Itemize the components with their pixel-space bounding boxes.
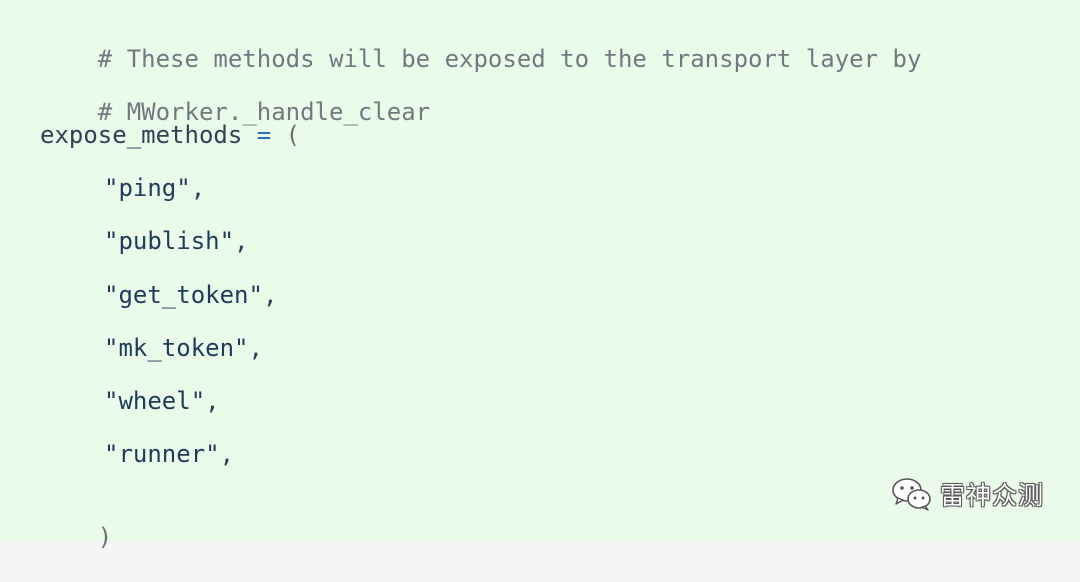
comma: , bbox=[219, 440, 235, 468]
tuple-item: "runner", bbox=[104, 439, 234, 469]
comma: , bbox=[205, 387, 220, 415]
closing-line: ) bbox=[40, 492, 112, 551]
comment-line-2: # MWorker._handle_clear bbox=[40, 67, 430, 126]
watermark: 雷神众测 bbox=[890, 474, 1044, 514]
variable-name: expose_methods bbox=[40, 121, 243, 149]
comma: , bbox=[190, 174, 206, 202]
tuple-item: "mk_token", bbox=[104, 333, 263, 363]
comma: , bbox=[248, 334, 263, 362]
tuple-item: "ping", bbox=[104, 173, 205, 203]
assignment-line: expose_methods = ( bbox=[40, 120, 300, 150]
watermark-text: 雷神众测 bbox=[940, 481, 1045, 510]
tuple-item: "publish", bbox=[104, 226, 249, 256]
string-literal: "publish" bbox=[104, 227, 235, 255]
string-literal: "mk_token" bbox=[104, 334, 249, 362]
comma: , bbox=[234, 227, 249, 255]
tuple-item: "get_token", bbox=[104, 280, 277, 310]
open-paren: ( bbox=[285, 121, 301, 149]
string-literal: "get_token" bbox=[104, 281, 263, 309]
wechat-icon bbox=[892, 478, 931, 511]
string-literal: "wheel" bbox=[104, 387, 206, 415]
comment-line-1: # These methods will be exposed to the t… bbox=[40, 14, 922, 73]
comma: , bbox=[262, 281, 278, 309]
close-paren: ) bbox=[97, 523, 113, 551]
string-literal: "ping" bbox=[104, 174, 191, 202]
code-block: # These methods will be exposed to the t… bbox=[0, 0, 1080, 551]
string-literal: "runner" bbox=[104, 440, 220, 468]
assign-operator: = bbox=[256, 121, 272, 149]
tuple-item: "wheel", bbox=[104, 386, 220, 416]
